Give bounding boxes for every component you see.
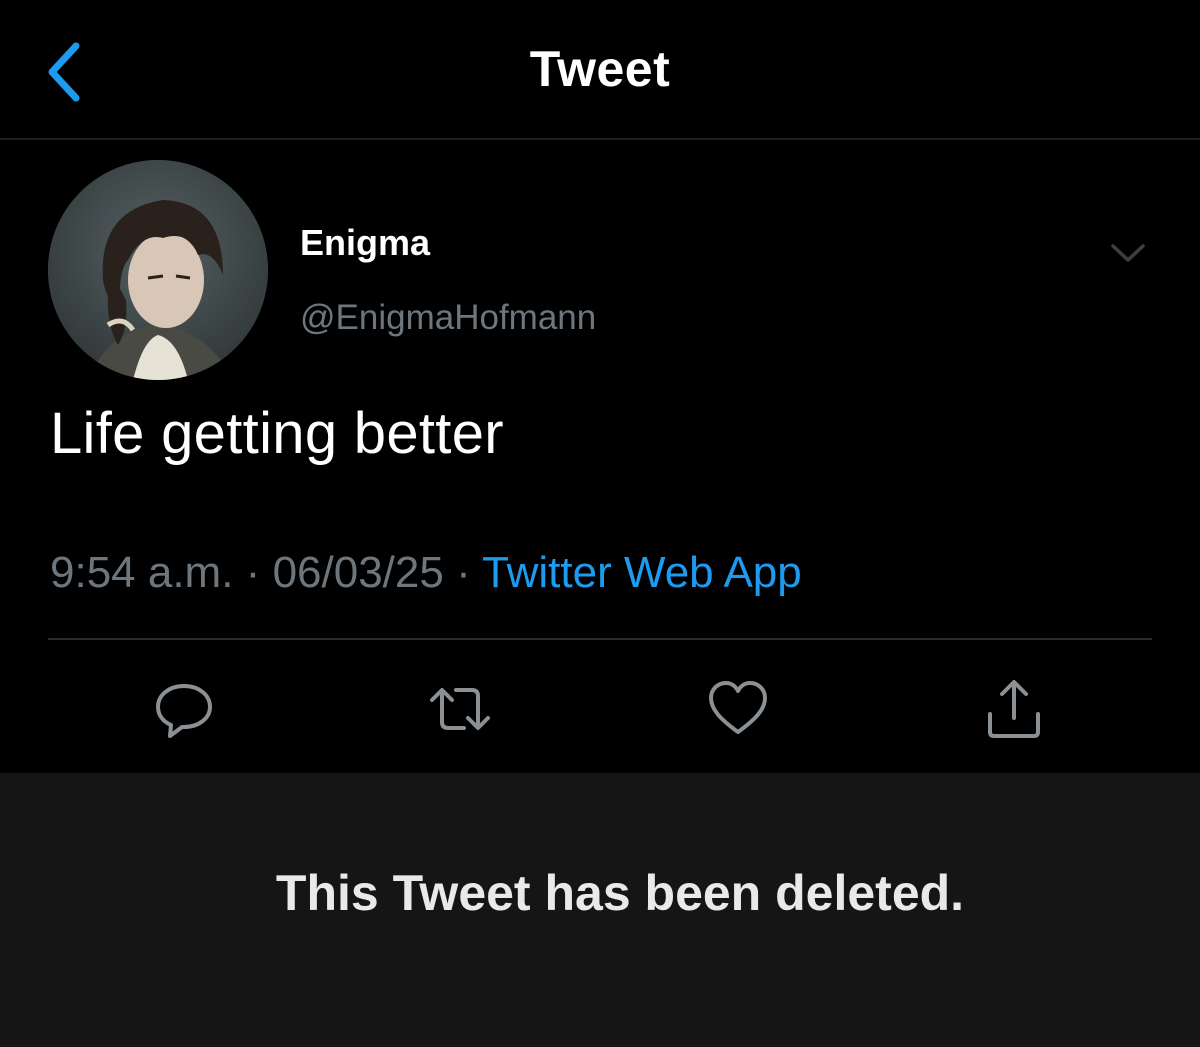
avatar[interactable] [48, 160, 268, 380]
tweet-source-link[interactable]: Twitter Web App [482, 548, 802, 597]
tweet-metadata: 9:54 a.m. · 06/03/25 · Twitter Web App [50, 548, 802, 598]
avatar-portrait-image [48, 160, 268, 380]
share-icon[interactable] [982, 676, 1046, 742]
author-handle[interactable]: @EnigmaHofmann [300, 298, 596, 338]
tweet-text: Life getting better [50, 401, 504, 466]
top-nav-bar: Tweet [0, 0, 1200, 140]
chevron-down-icon[interactable] [1108, 240, 1148, 268]
author-display-name[interactable]: Enigma [300, 222, 430, 264]
deleted-notice-text: This Tweet has been deleted. [275, 865, 965, 921]
retweet-icon[interactable] [428, 676, 492, 742]
like-icon[interactable] [706, 676, 770, 742]
reply-icon[interactable] [152, 676, 216, 742]
meta-separator: · [245, 548, 261, 597]
tweet-date: 06/03/25 [272, 548, 444, 597]
meta-separator: · [456, 548, 471, 597]
tweet-time: 9:54 a.m. [50, 548, 234, 597]
page-title: Tweet [529, 41, 671, 97]
divider [48, 638, 1152, 640]
